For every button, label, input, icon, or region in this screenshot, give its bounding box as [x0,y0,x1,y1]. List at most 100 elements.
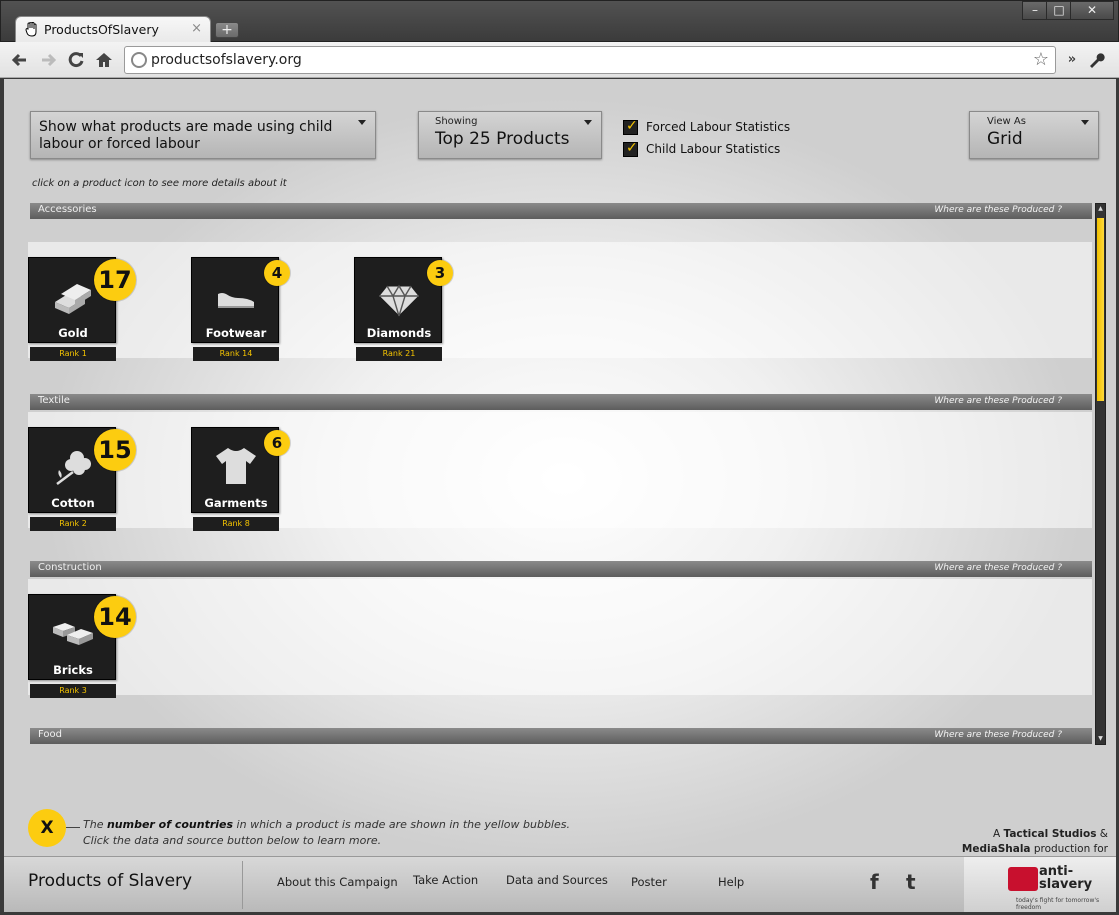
page-content: Show what products are made using child … [4,79,1116,912]
new-tab-button[interactable]: + [215,22,239,38]
url-input[interactable] [151,47,1011,73]
legend-text: The number of countries in which a produ… [83,817,570,849]
twitter-icon[interactable]: t [906,870,916,894]
country-count-badge: 4 [264,260,290,286]
production-credit: A Tactical Studios & MediaShala producti… [954,827,1108,857]
product-name: Cotton [51,496,95,510]
anti-slavery-logo[interactable]: anti-slavery today's fight for tomorrow'… [964,857,1116,912]
view-as-dropdown[interactable]: View As Grid [969,111,1099,159]
nav-help[interactable]: Help [718,875,744,889]
category-name: Textile [38,395,70,406]
product-name: Gold [58,326,88,340]
chevron-down-icon [1081,120,1089,125]
reload-button[interactable] [64,48,88,72]
category-name: Accessories [38,204,97,215]
product-rank: Rank 1 [30,347,116,361]
category-header-food: Food Where are these Produced ? [30,728,1092,744]
tab-title: ProductsOfSlavery [44,22,159,37]
country-count-badge: 17 [94,259,136,301]
back-button[interactable] [8,48,32,72]
credit-text: A [993,828,1004,840]
scrollbar-thumb[interactable] [1097,218,1104,401]
forced-labour-label: Forced Labour Statistics [646,120,791,134]
address-bar[interactable]: ☆ [124,46,1056,74]
checkbox-box[interactable]: ✓ [623,118,638,135]
credit-text: production for [1030,843,1108,855]
browser-tab[interactable]: ProductsOfSlavery × [15,16,211,43]
country-count-badge: 15 [94,429,136,471]
bookmark-star-icon[interactable]: ☆ [1033,49,1049,70]
category-header-construction: Construction Where are these Produced ? [30,561,1092,577]
legend-text-part: in which a product is made are shown in … [233,818,570,831]
scroll-down-icon[interactable]: ▼ [1097,735,1104,743]
forward-arrow-icon [42,53,57,67]
scroll-up-icon[interactable]: ▲ [1097,205,1104,213]
nav-take-action[interactable]: Take Action [413,873,478,887]
where-produced-link[interactable]: Where are these Produced ? [934,563,1062,573]
anti-slavery-hand-icon [1008,867,1038,891]
forward-button[interactable] [36,48,60,72]
product-rank: Rank 2 [30,517,116,531]
nav-about-campaign[interactable]: About this Campaign [277,875,398,889]
chevron-down-icon [584,120,592,125]
product-name: Diamonds [366,326,432,340]
home-icon [96,53,112,67]
legend-connector [66,827,80,828]
facebook-icon[interactable]: f [870,870,879,894]
credit-partner[interactable]: MediaShala [962,843,1031,855]
minimize-button[interactable]: – [1022,1,1048,20]
hand-favicon-icon [25,22,37,37]
site-brand[interactable]: Products of Slavery [28,871,192,891]
browser-toolbar: ☆ » [0,42,1119,78]
diamond-icon [378,284,420,317]
bricks-icon [53,623,93,645]
shoe-icon [218,293,254,308]
gold-bars-icon [55,284,91,314]
home-button[interactable] [92,48,116,72]
back-arrow-icon [11,53,26,67]
product-name: Garments [204,496,268,510]
product-rank: Rank 3 [30,684,116,698]
nav-data-sources[interactable]: Data and Sources [506,873,608,887]
checkbox-box[interactable]: ✓ [623,140,638,157]
credit-text: & [1096,828,1108,840]
extensions-chevron-icon[interactable]: » [1060,48,1084,72]
reload-icon [68,52,84,68]
tab-close-icon[interactable]: × [191,21,202,36]
view-as-value: Grid [987,129,1023,149]
child-labour-label: Child Labour Statistics [646,142,781,156]
product-name: Footwear [205,326,267,340]
footer-divider [242,861,243,909]
country-count-badge: 6 [264,430,290,456]
logo-text-bottom: slavery [1039,877,1093,892]
nav-poster[interactable]: Poster [631,875,667,889]
cotton-icon [56,451,91,485]
product-name: Bricks [53,663,93,677]
wrench-icon [1090,53,1105,68]
checkmark-icon: ✓ [626,140,638,156]
products-list[interactable]: Accessories Where are these Produced ? G… [28,203,1106,745]
globe-icon [131,52,147,68]
legend-text-bold: number of countries [106,818,234,831]
where-produced-link[interactable]: Where are these Produced ? [934,396,1062,406]
wrench-menu-button[interactable] [1084,48,1108,72]
close-window-button[interactable]: ✕ [1070,1,1114,20]
products-scrollbar[interactable]: ▲ ▼ [1095,203,1106,745]
site-footer: Products of Slavery About this Campaign … [4,856,1116,912]
browser-titlebar: ProductsOfSlavery × + – □ ✕ [0,0,1119,43]
showing-dropdown[interactable]: Showing Top 25 Products [418,111,602,159]
where-produced-link[interactable]: Where are these Produced ? [934,730,1062,740]
category-header-textile: Textile Where are these Produced ? [30,394,1092,410]
maximize-button[interactable]: □ [1046,1,1072,20]
credit-studio[interactable]: Tactical Studios [1004,828,1097,840]
labour-type-value: Show what products are made using child … [39,119,333,152]
category-row-accessories [28,242,1092,358]
category-header-accessories: Accessories Where are these Produced ? [30,203,1092,219]
labour-type-dropdown[interactable]: Show what products are made using child … [30,111,376,159]
legend-text-line2: Click the data and source button below t… [83,834,382,847]
view-as-label: View As [987,116,1026,127]
country-count-badge: 3 [427,260,453,286]
category-row-textile [28,412,1092,528]
where-produced-link[interactable]: Where are these Produced ? [934,205,1062,215]
hint-text: click on a product icon to see more deta… [32,178,287,189]
